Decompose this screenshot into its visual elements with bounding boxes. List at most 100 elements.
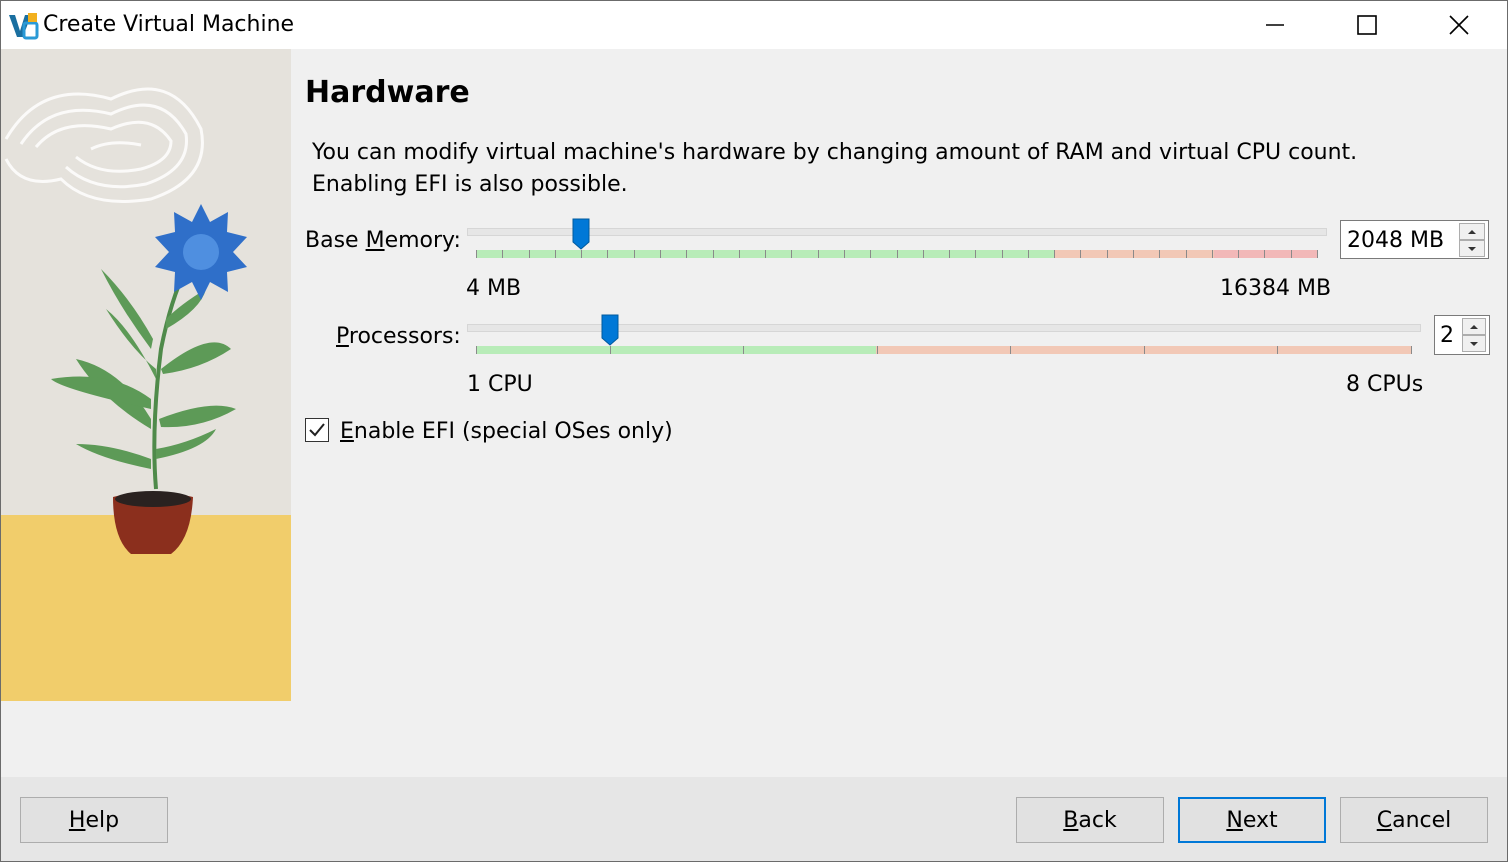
slider-tick <box>923 250 924 258</box>
window-title: Create Virtual Machine <box>43 12 295 37</box>
next-button-mnemonic: N <box>1226 807 1243 833</box>
base-memory-label-suffix: emory: <box>384 228 461 253</box>
help-button-mnemonic: H <box>68 807 86 833</box>
slider-tick <box>1277 346 1278 354</box>
page-heading: Hardware <box>305 75 470 110</box>
slider-tick <box>1264 250 1265 258</box>
slider-tick <box>1002 250 1003 258</box>
minimize-button[interactable] <box>1229 1 1321 49</box>
slider-tick <box>686 250 687 258</box>
slider-tick <box>529 250 530 258</box>
base-memory-min-label: 4 MB <box>466 276 522 301</box>
arrow-down-icon <box>1468 246 1476 251</box>
slider-tick <box>476 250 477 258</box>
slider-tick <box>1159 250 1160 258</box>
arrow-up-icon <box>1468 229 1476 234</box>
processors-max-label: 8 CPUs <box>1346 372 1424 397</box>
arrow-up-icon <box>1470 324 1478 329</box>
back-button[interactable]: Back <box>1016 797 1164 843</box>
base-memory-increment-button[interactable] <box>1459 223 1485 240</box>
slider-tick <box>949 250 950 258</box>
slider-tick <box>877 346 878 354</box>
base-memory-spinbox[interactable]: 2048 MB <box>1340 220 1489 259</box>
processors-min-label: 1 CPU <box>467 372 533 397</box>
slider-tick <box>713 250 714 258</box>
slider-tick <box>1133 250 1134 258</box>
processors-zone-ok <box>476 346 876 354</box>
slider-tick <box>765 250 766 258</box>
slider-tick <box>660 250 661 258</box>
wizard-side-illustration <box>1 49 291 701</box>
button-bar: Help Back Next Cancel <box>1 777 1507 861</box>
base-memory-label-prefix: Base <box>305 228 366 253</box>
slider-tick <box>1212 250 1213 258</box>
slider-tick <box>818 250 819 258</box>
minimize-icon <box>1266 24 1284 26</box>
base-memory-value[interactable]: 2048 MB <box>1347 229 1444 253</box>
base-memory-max-label: 16384 MB <box>1220 276 1332 301</box>
slider-tick <box>1411 346 1412 354</box>
cancel-button[interactable]: Cancel <box>1340 797 1488 843</box>
enable-efi-label-suffix: nable EFI (special OSes only) <box>353 419 673 444</box>
processors-decrement-button[interactable] <box>1462 335 1486 352</box>
slider-tick <box>1291 250 1292 258</box>
next-button-suffix: ext <box>1242 807 1278 833</box>
slider-tick <box>1054 250 1055 258</box>
help-button-suffix: elp <box>85 807 120 833</box>
next-button[interactable]: Next <box>1178 797 1326 843</box>
slider-tick <box>634 250 635 258</box>
slider-tick <box>555 250 556 258</box>
slider-tick <box>1317 250 1318 258</box>
maximize-icon <box>1357 15 1377 35</box>
processors-slider-thumb[interactable] <box>601 314 619 346</box>
processors-label-mnemonic: P <box>336 324 349 349</box>
close-icon <box>1449 15 1469 35</box>
processors-label: Processors: <box>336 324 461 350</box>
slider-tick <box>1107 250 1108 258</box>
maximize-button[interactable] <box>1321 1 1413 49</box>
enable-efi-label[interactable]: Enable EFI (special OSes only) <box>340 419 673 445</box>
processors-label-suffix: rocessors: <box>348 324 461 349</box>
dialog-window: Create Virtual Machine Hardware You can … <box>0 0 1508 862</box>
processors-slider[interactable] <box>467 314 1421 358</box>
virtualbox-app-icon <box>9 13 39 40</box>
slider-tick <box>743 346 744 354</box>
slider-tick <box>844 250 845 258</box>
base-memory-zone-bad <box>1214 250 1317 258</box>
slider-tick <box>1186 250 1187 258</box>
slider-tick <box>870 250 871 258</box>
enable-efi-label-mnemonic: E <box>340 419 354 444</box>
slider-tick <box>897 250 898 258</box>
cancel-button-mnemonic: C <box>1376 807 1393 833</box>
processors-value[interactable]: 2 <box>1440 324 1454 348</box>
help-button[interactable]: Help <box>20 797 168 843</box>
base-memory-decrement-button[interactable] <box>1459 240 1485 257</box>
slider-tick <box>607 250 608 258</box>
slider-tick <box>1010 346 1011 354</box>
base-memory-slider[interactable] <box>467 218 1327 262</box>
back-button-suffix: ack <box>1078 807 1117 833</box>
base-memory-label: Base Memory: <box>305 228 461 254</box>
slider-tick <box>1144 346 1145 354</box>
base-memory-label-mnemonic: M <box>365 228 385 253</box>
slider-tick <box>610 346 611 354</box>
base-memory-slider-thumb[interactable] <box>572 218 590 250</box>
slider-tick <box>791 250 792 258</box>
slider-tick <box>581 250 582 258</box>
slider-tick <box>975 250 976 258</box>
processors-increment-button[interactable] <box>1462 318 1486 335</box>
description-line-1: You can modify virtual machine's hardwar… <box>312 140 1358 165</box>
slider-tick <box>476 346 477 354</box>
title-bar[interactable]: Create Virtual Machine <box>1 1 1507 49</box>
slider-tick <box>739 250 740 258</box>
base-memory-slider-groove <box>467 228 1327 236</box>
back-button-mnemonic: B <box>1063 807 1079 833</box>
slider-tick <box>502 250 503 258</box>
slider-tick <box>1238 250 1239 258</box>
slider-tick <box>1028 250 1029 258</box>
enable-efi-checkbox[interactable] <box>305 418 329 442</box>
processors-spinbox[interactable]: 2 <box>1434 315 1490 355</box>
close-button[interactable] <box>1413 1 1505 49</box>
arrow-down-icon <box>1470 341 1478 346</box>
checkmark-icon <box>309 423 325 437</box>
